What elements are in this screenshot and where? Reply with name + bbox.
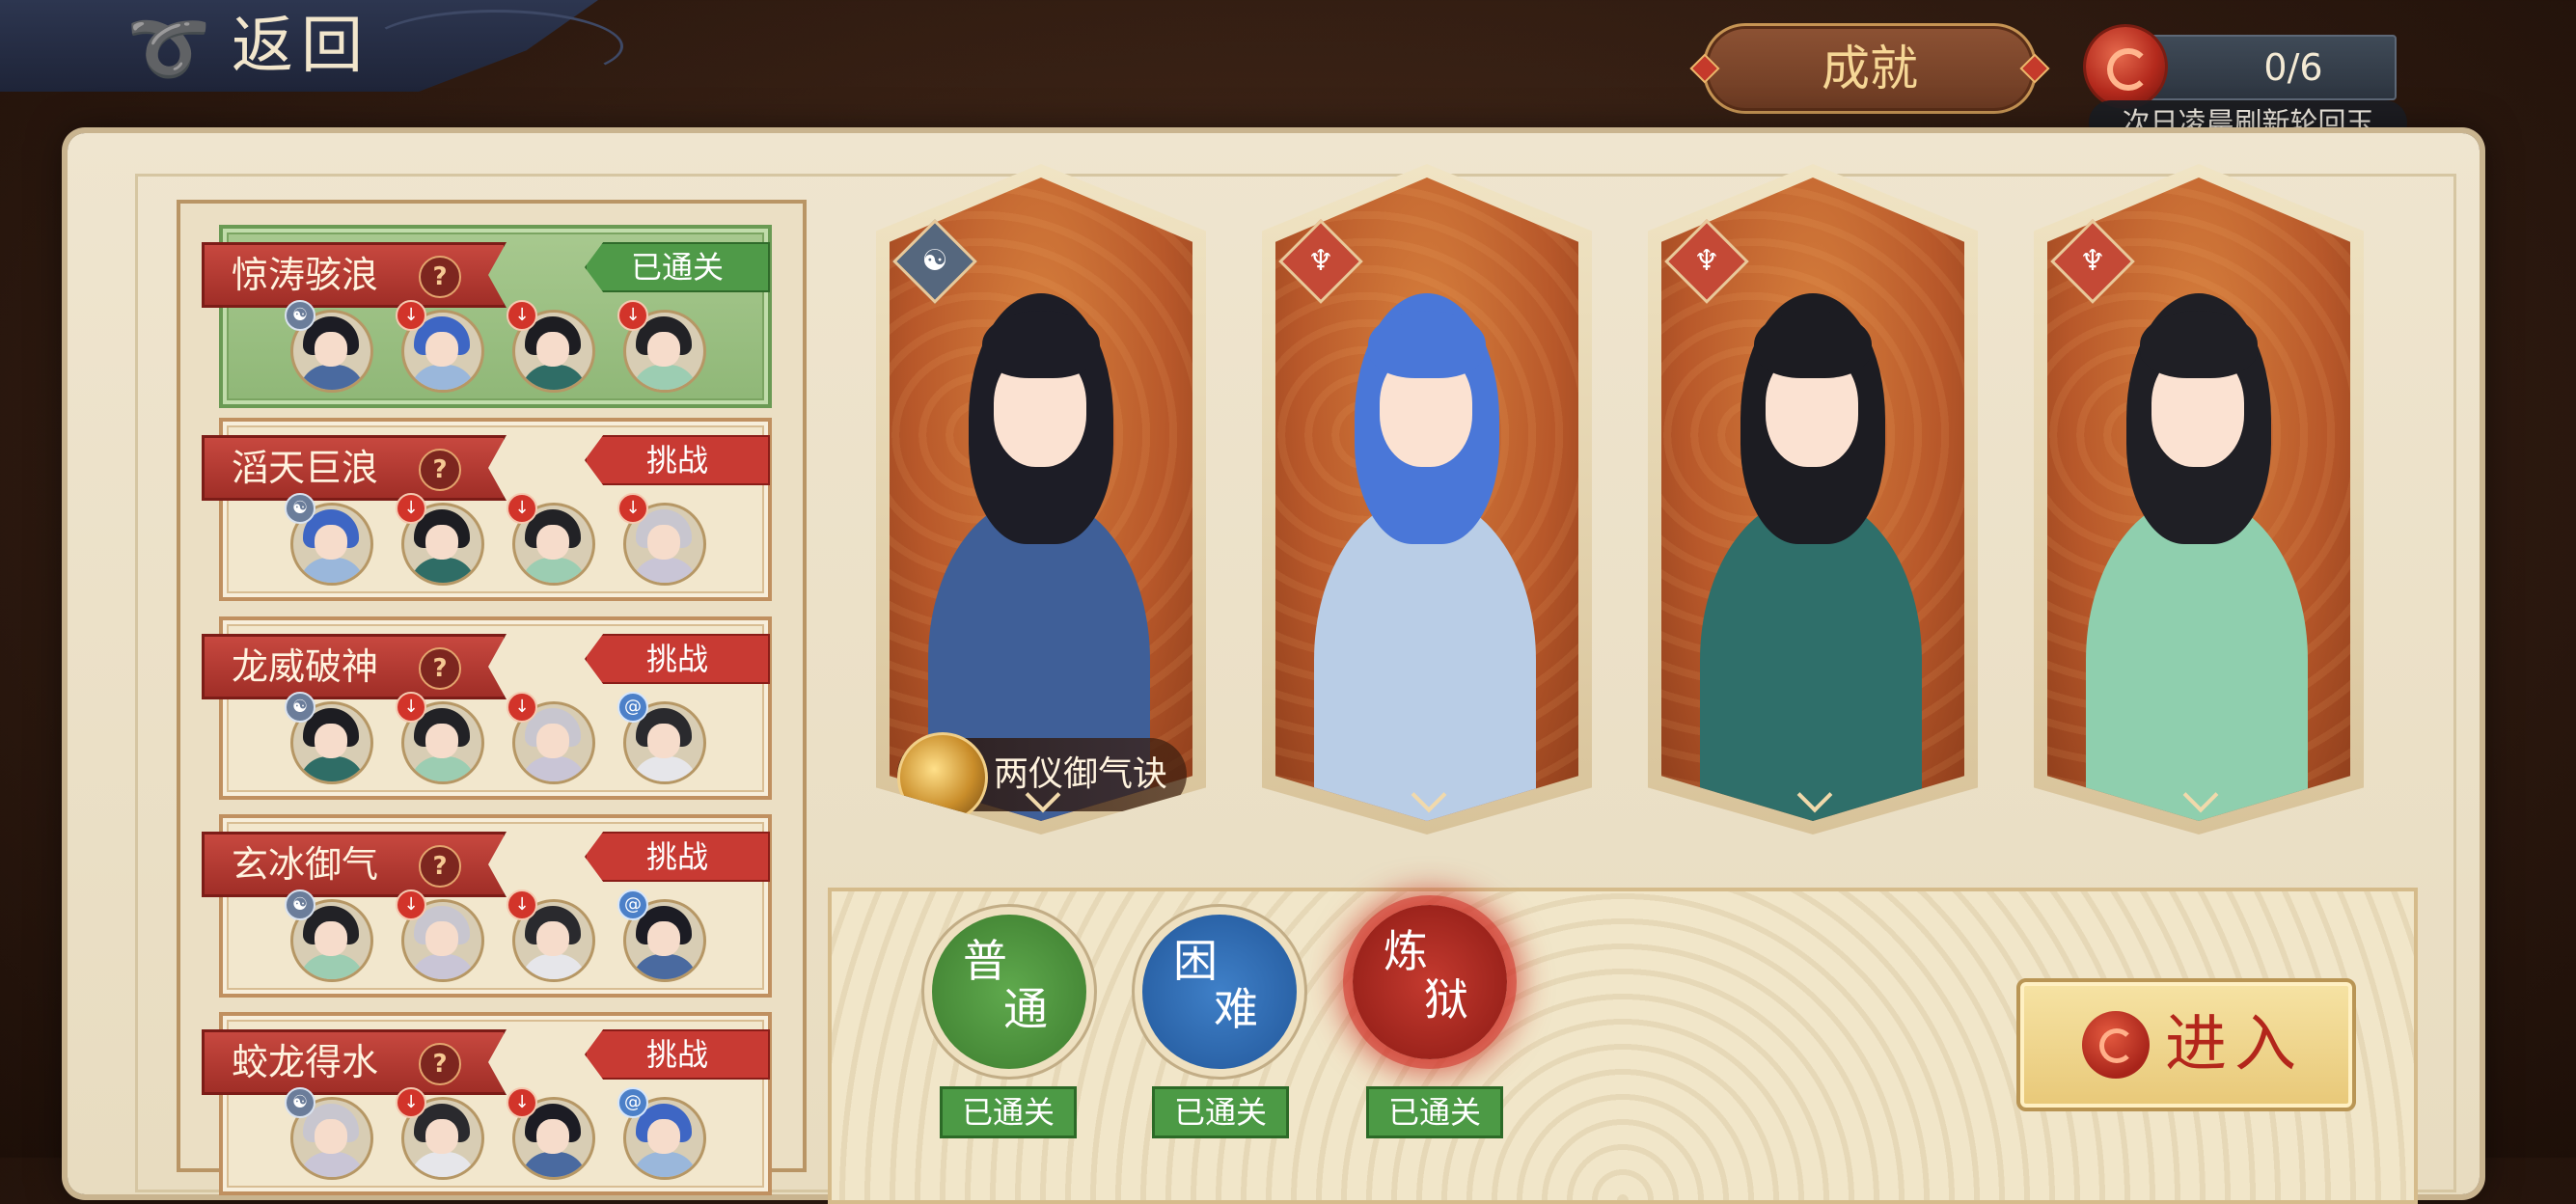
enter-label: 进入 [2165,1009,2304,1081]
taiji-badge-icon: ☯ [285,692,315,723]
help-icon[interactable]: ? [419,845,461,888]
sword-badge-icon: ↓ [507,493,537,524]
difficulty-normal-status: 已通关 [940,1086,1077,1138]
skill-name: 两仪御气诀 [994,754,1168,794]
sword-badge-icon: ↓ [507,1087,537,1118]
difficulty-hell-button[interactable]: 炼狱 [1353,905,1507,1059]
challenge-button[interactable]: 挑战 [585,634,770,684]
help-icon[interactable]: ? [419,1043,461,1085]
sword-badge-icon: ↓ [396,300,426,331]
challenge-button[interactable]: 挑战 [585,832,770,882]
sword-badge-icon: ↓ [396,692,426,723]
character-card-3[interactable]: ♆ [2034,164,2364,835]
swirl-back-icon[interactable]: ➰ [121,10,217,87]
sword-badge-icon: ↓ [507,692,537,723]
status-badge: 已通关 [585,242,770,292]
stage-card-2[interactable]: 龙威破神 ? 挑战 ☯ ↓ ↓ @ [202,616,772,800]
taiji-badge-icon: ☯ [285,300,315,331]
character-card-0[interactable]: ☯ 两仪御气诀 [876,164,1206,835]
difficulty-hell-status: 已通关 [1366,1086,1503,1138]
help-icon[interactable]: ? [419,256,461,298]
stage-card-0[interactable]: 惊涛骇浪 ? 已通关 ☯ ↓ ↓ ↓ [202,225,772,408]
spiral-badge-icon: @ [617,1087,648,1118]
reincarnation-jade-icon [2086,27,2165,106]
cloud-swirl-decoration [367,10,623,83]
stage-ribbon: 惊涛骇浪 ? [202,242,507,308]
stage-card-1[interactable]: 滔天巨浪 ? 挑战 ☯ ↓ ↓ ↓ [202,418,772,601]
spiral-badge-icon: @ [617,889,648,920]
stage-name: 玄冰御气 [232,843,379,886]
reincarnation-jade-icon [2082,1011,2150,1079]
stage-card-3[interactable]: 玄冰御气 ? 挑战 ☯ ↓ ↓ @ [202,814,772,998]
taiji-badge-icon: ☯ [285,493,315,524]
difficulty-normal-button[interactable]: 普通 [932,915,1086,1069]
sword-badge-icon: ↓ [396,889,426,920]
sword-badge-icon: ↓ [507,300,537,331]
jade-count: 0/6 [2263,46,2323,89]
back-button[interactable]: 返回 [232,8,370,85]
sword-badge-icon: ↓ [396,493,426,524]
sword-badge-icon: ↓ [507,889,537,920]
spiral-badge-icon: @ [617,692,648,723]
character-card-2[interactable]: ♆ [1648,164,1978,835]
challenge-button[interactable]: 挑战 [585,1029,770,1080]
achievement-button[interactable]: 成就 [1689,23,2050,114]
stage-ribbon: 滔天巨浪 ? [202,435,507,501]
stage-name: 惊涛骇浪 [232,254,379,296]
enter-button[interactable]: 进入 [2016,978,2356,1111]
character-card-1[interactable]: ♆ [1262,164,1592,835]
stage-list[interactable]: 惊涛骇浪 ? 已通关 ☯ ↓ ↓ ↓ 滔天巨浪 ? 挑战 ☯ ↓ ↓ ↓ 龙威破神 ? 挑战… [177,200,807,1195]
stage-name: 滔天巨浪 [232,447,379,489]
achievement-label: 成就 [1822,41,1918,96]
sword-badge-icon: ↓ [617,300,648,331]
difficulty-hard-status: 已通关 [1152,1086,1289,1138]
stage-card-4[interactable]: 蛟龙得水 ? 挑战 ☯ ↓ ↓ @ [202,1012,772,1195]
help-icon[interactable]: ? [419,647,461,690]
help-icon[interactable]: ? [419,449,461,491]
taiji-badge-icon: ☯ [285,889,315,920]
stage-ribbon: 龙威破神 ? [202,634,507,699]
jade-counter: 0/6 [2132,35,2397,100]
stage-name: 蛟龙得水 [232,1041,379,1083]
stage-ribbon: 玄冰御气 ? [202,832,507,897]
stage-ribbon: 蛟龙得水 ? [202,1029,507,1095]
challenge-button[interactable]: 挑战 [585,435,770,485]
stage-name: 龙威破神 [232,645,379,688]
taiji-badge-icon: ☯ [285,1087,315,1118]
sword-badge-icon: ↓ [396,1087,426,1118]
difficulty-hard-button[interactable]: 困难 [1142,915,1297,1069]
sword-badge-icon: ↓ [617,493,648,524]
